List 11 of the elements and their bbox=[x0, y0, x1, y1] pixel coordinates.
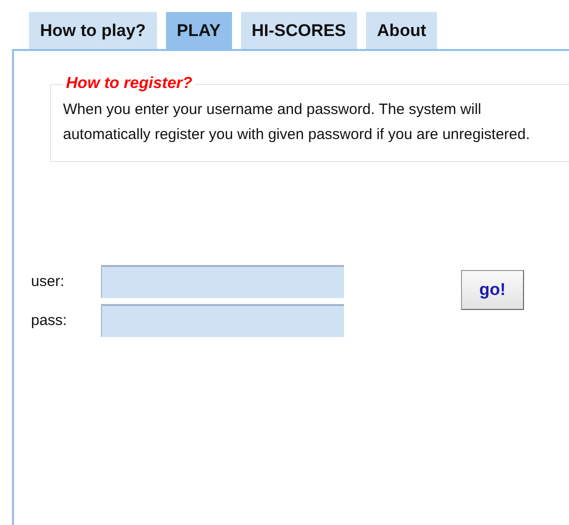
input-field[interactable] bbox=[101, 265, 344, 298]
info-text: When you enter your username and password. The system will automatically register you with given password if you are unregistered. bbox=[63, 100, 531, 145]
info-title: How to register? bbox=[65, 75, 194, 93]
field-label: pass: bbox=[31, 312, 68, 329]
go-button[interactable]: go! bbox=[461, 270, 524, 310]
input-field[interactable] bbox=[101, 304, 344, 337]
tab[interactable]: PLAY bbox=[166, 12, 232, 49]
tab[interactable]: HI-SCORES bbox=[240, 12, 358, 49]
tab[interactable]: How to play? bbox=[29, 12, 157, 49]
field-label: user: bbox=[31, 273, 66, 290]
tab[interactable]: About bbox=[366, 12, 438, 49]
